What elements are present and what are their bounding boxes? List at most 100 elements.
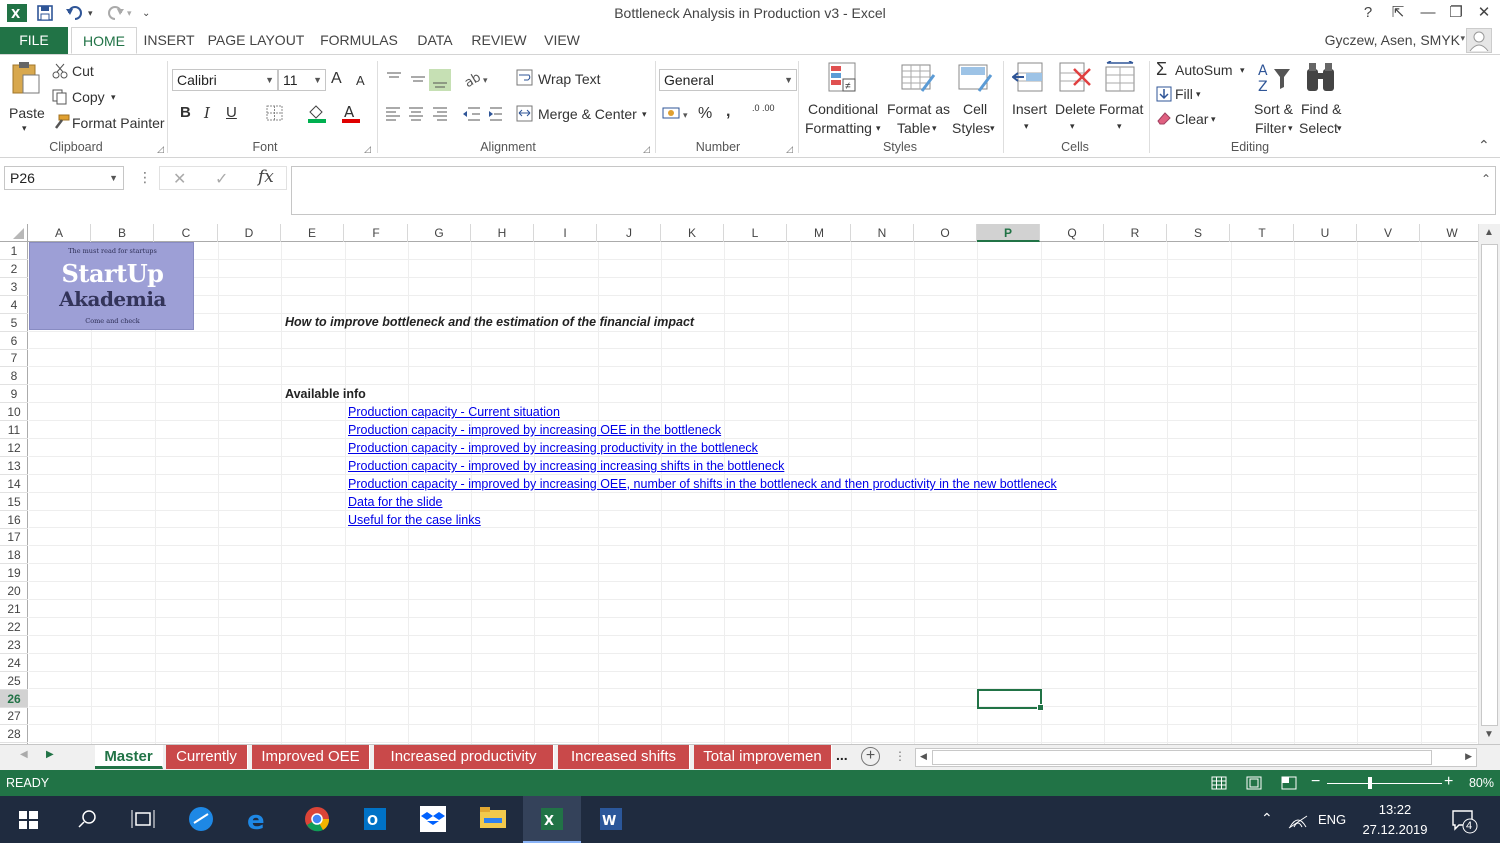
insert-button[interactable]: Insert: [1012, 101, 1047, 117]
copy-dropdown-icon[interactable]: ▾: [111, 92, 116, 103]
cell-grid[interactable]: [29, 242, 1485, 744]
merge-center-button[interactable]: Merge & Center: [538, 106, 637, 122]
next-sheet-icon[interactable]: ▶: [46, 749, 54, 760]
taskbar-word[interactable]: W: [582, 796, 640, 843]
restore-button[interactable]: ❐: [1444, 2, 1468, 24]
column-header[interactable]: P: [977, 224, 1040, 242]
wrap-text-button[interactable]: Wrap Text: [538, 71, 601, 87]
column-header[interactable]: C: [155, 224, 218, 242]
row-header[interactable]: 24: [0, 654, 28, 672]
insert-function-icon[interactable]: fx: [258, 167, 274, 187]
borders-icon[interactable]: [266, 105, 284, 121]
ribbon-display-options-button[interactable]: ⇱: [1386, 2, 1410, 24]
autosum-button[interactable]: AutoSum: [1175, 62, 1233, 78]
row-header[interactable]: 23: [0, 636, 28, 654]
fill-button[interactable]: Fill: [1175, 86, 1193, 102]
column-header[interactable]: H: [471, 224, 534, 242]
link-increased-shifts[interactable]: Production capacity - improved by increa…: [348, 459, 784, 473]
tab-view[interactable]: VIEW: [540, 27, 584, 54]
sheet-tab-increased-productivity[interactable]: Increased productivity: [374, 745, 554, 769]
conditional-formatting-button[interactable]: Conditional: [808, 101, 878, 117]
row-header[interactable]: 13: [0, 457, 28, 475]
sort-filter-button[interactable]: Sort &: [1254, 101, 1293, 117]
orientation-icon[interactable]: ab ▾: [463, 69, 493, 89]
avatar[interactable]: [1466, 28, 1492, 53]
column-header[interactable]: F: [345, 224, 408, 242]
column-header[interactable]: M: [788, 224, 851, 242]
clear-button[interactable]: Clear: [1175, 111, 1208, 127]
column-header[interactable]: O: [914, 224, 977, 242]
sheet-tab-currently[interactable]: Currently: [166, 745, 248, 769]
collapse-ribbon-icon[interactable]: ⌃: [1478, 137, 1490, 154]
zoom-in-button[interactable]: +: [1444, 773, 1453, 791]
row-header[interactable]: 5: [0, 314, 28, 332]
taskbar-file-explorer[interactable]: [464, 796, 522, 843]
alignment-launcher-icon[interactable]: ◿: [643, 144, 650, 155]
horizontal-align-icons[interactable]: [385, 105, 449, 123]
number-launcher-icon[interactable]: ◿: [786, 144, 793, 155]
column-header[interactable]: D: [218, 224, 281, 242]
number-format-select[interactable]: General ▼: [659, 69, 797, 91]
column-header[interactable]: A: [28, 224, 91, 242]
sheet-tab-increased-shifts[interactable]: Increased shifts: [558, 745, 690, 769]
row-header[interactable]: 3: [0, 278, 28, 296]
taskbar-edge[interactable]: e: [230, 796, 288, 843]
taskbar-dropbox[interactable]: [404, 796, 462, 843]
row-header[interactable]: 26: [0, 689, 28, 708]
row-header[interactable]: 21: [0, 600, 28, 618]
formula-input[interactable]: [291, 166, 1496, 215]
task-view-button[interactable]: [114, 796, 172, 843]
tab-data[interactable]: DATA: [412, 27, 458, 54]
link-data-for-slide[interactable]: Data for the slide: [348, 495, 443, 509]
row-header[interactable]: 11: [0, 421, 28, 439]
name-box[interactable]: P26 ▼: [4, 166, 124, 190]
tab-page-layout[interactable]: PAGE LAYOUT: [206, 27, 306, 54]
scroll-up-icon[interactable]: ▲: [1484, 227, 1494, 238]
row-header[interactable]: 28: [0, 725, 28, 744]
delete-button[interactable]: Delete: [1055, 101, 1095, 117]
accounting-format-icon[interactable]: ▾: [662, 105, 692, 123]
column-header[interactable]: L: [724, 224, 787, 242]
link-useful-case-links[interactable]: Useful for the case links: [348, 513, 481, 527]
selected-cell[interactable]: [977, 689, 1044, 711]
row-header[interactable]: 10: [0, 403, 28, 422]
page-layout-view-icon[interactable]: [1246, 776, 1262, 790]
column-header[interactable]: R: [1104, 224, 1167, 242]
clock-time[interactable]: 13:22: [1360, 802, 1430, 817]
start-button[interactable]: [0, 796, 58, 843]
tab-review[interactable]: REVIEW: [467, 27, 531, 54]
link-total-improvement[interactable]: Production capacity - improved by increa…: [348, 477, 1057, 491]
prev-sheet-icon[interactable]: ◀: [20, 749, 28, 760]
scroll-down-icon[interactable]: ▼: [1484, 729, 1494, 740]
column-header[interactable]: K: [661, 224, 724, 242]
link-improved-productivity[interactable]: Production capacity - improved by increa…: [348, 441, 758, 455]
user-name[interactable]: Gyczew, Asen, SMYK: [1325, 32, 1460, 48]
tab-splitter-icon[interactable]: ⋮: [894, 749, 906, 763]
horizontal-scroll-thumb[interactable]: [932, 750, 1432, 765]
row-header[interactable]: 17: [0, 528, 28, 547]
copy-button[interactable]: Copy: [72, 89, 105, 105]
select-all-corner[interactable]: [0, 224, 28, 242]
scroll-right-icon[interactable]: ▶: [1465, 751, 1472, 762]
font-size-select[interactable]: 11 ▼: [278, 69, 326, 91]
search-button[interactable]: [58, 796, 116, 843]
column-header[interactable]: T: [1231, 224, 1294, 242]
enter-icon[interactable]: ✓: [215, 169, 228, 189]
column-header[interactable]: G: [408, 224, 471, 242]
row-header[interactable]: 6: [0, 332, 28, 350]
expand-formula-bar-icon[interactable]: ⌃: [1481, 172, 1491, 186]
column-header[interactable]: B: [91, 224, 154, 242]
clock-date[interactable]: 27.12.2019: [1355, 822, 1435, 837]
column-header[interactable]: W: [1421, 224, 1484, 242]
grow-font-button[interactable]: A: [331, 70, 342, 88]
italic-button[interactable]: I: [204, 104, 210, 122]
close-button[interactable]: ✕: [1472, 2, 1496, 24]
row-header[interactable]: 20: [0, 582, 28, 601]
tab-insert[interactable]: INSERT: [140, 27, 198, 54]
sheet-tab-total-improvement[interactable]: Total improvemen: [694, 745, 832, 769]
tab-file[interactable]: FILE: [0, 27, 68, 54]
row-header[interactable]: 16: [0, 511, 28, 529]
row-header[interactable]: 27: [0, 707, 28, 726]
vertical-scrollbar[interactable]: ▲ ▼: [1478, 224, 1500, 746]
row-header[interactable]: 9: [0, 385, 28, 404]
